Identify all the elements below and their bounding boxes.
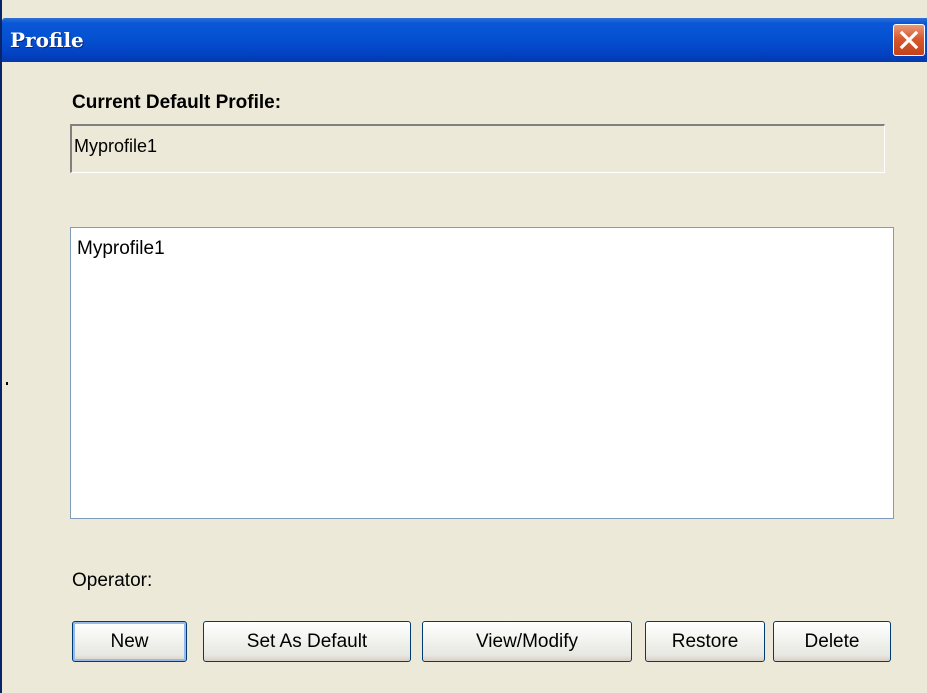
restore-button[interactable]: Restore bbox=[645, 621, 765, 662]
operator-label: Operator: bbox=[72, 570, 153, 591]
current-default-field: Myprofile1 bbox=[70, 124, 885, 173]
close-button[interactable] bbox=[893, 24, 925, 56]
close-icon bbox=[899, 30, 919, 50]
view-modify-button[interactable]: View/Modify bbox=[422, 621, 632, 662]
profile-list[interactable]: Myprofile1 bbox=[70, 227, 894, 519]
delete-button[interactable]: Delete bbox=[773, 621, 891, 662]
window-title: Profile bbox=[10, 28, 84, 52]
profile-dialog: Profile Current Default Profile: Myprofi… bbox=[0, 0, 927, 693]
current-default-label: Current Default Profile: bbox=[72, 92, 282, 113]
list-item[interactable]: Myprofile1 bbox=[77, 238, 893, 260]
edge-mark bbox=[6, 382, 8, 385]
new-button[interactable]: New bbox=[72, 621, 187, 662]
title-bar[interactable]: Profile bbox=[2, 18, 927, 62]
set-as-default-button[interactable]: Set As Default bbox=[203, 621, 411, 662]
